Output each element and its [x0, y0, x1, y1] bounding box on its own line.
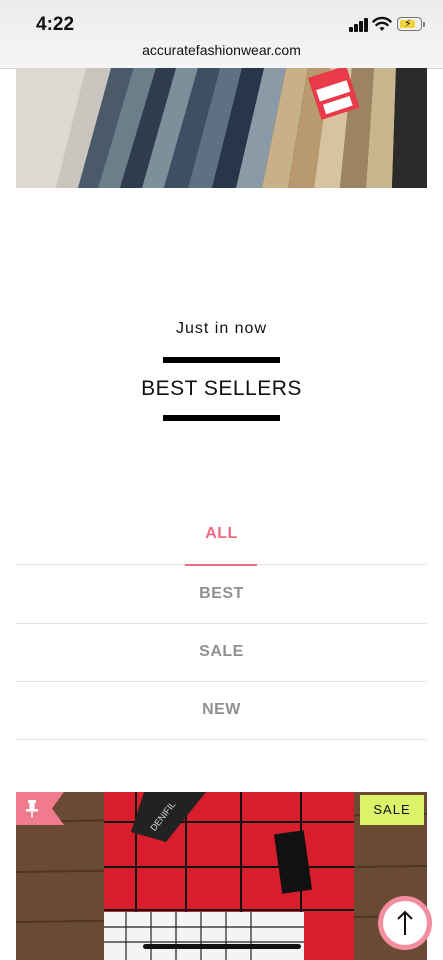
battery-charging-icon: ⚡ — [397, 17, 425, 31]
arrow-up-icon — [397, 910, 413, 935]
address-bar-url[interactable]: accuratefashionwear.com — [0, 42, 443, 58]
tab-sale[interactable]: SALE — [16, 623, 427, 682]
pin-icon — [16, 792, 64, 825]
tab-new[interactable]: NEW — [16, 681, 427, 740]
tab-best[interactable]: BEST — [16, 565, 427, 624]
sale-badge: SALE — [360, 795, 424, 825]
back-to-top-button[interactable] — [378, 896, 432, 950]
title-rule-bottom — [163, 415, 280, 421]
home-indicator[interactable] — [143, 944, 301, 949]
section-kicker: Just in now — [175, 320, 268, 337]
tab-all[interactable]: ALL — [16, 505, 427, 563]
cellular-signal-icon — [349, 18, 369, 32]
hero-banner-image — [16, 68, 427, 188]
clock-time: 4:22 — [36, 14, 75, 35]
wifi-icon — [372, 16, 392, 31]
browser-status-bar: 4:22 ⚡ accuratefashionwear.com — [0, 0, 443, 69]
title-rule-top — [163, 357, 280, 363]
section-title: BEST SELLERS — [141, 377, 302, 400]
